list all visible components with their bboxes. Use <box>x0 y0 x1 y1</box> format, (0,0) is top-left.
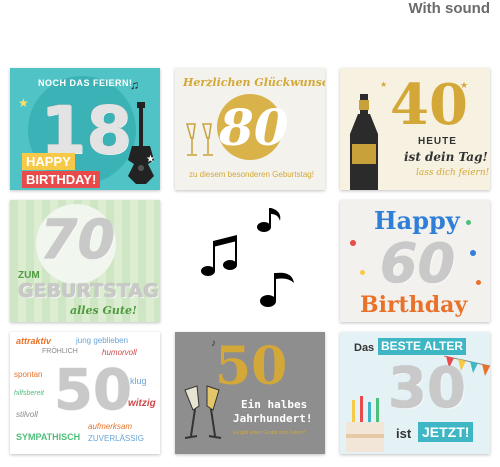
word: FRÖHLICH <box>42 348 78 355</box>
word: witzig <box>128 398 156 409</box>
card-70[interactable]: 70 ZUM GEBURTSTAG alles Gute! <box>10 200 160 322</box>
word: stilvoll <box>16 410 38 419</box>
confetti-dot <box>470 250 476 256</box>
double-note-icon <box>201 235 237 276</box>
card-60-happy: Happy <box>374 206 460 235</box>
card-50-gray-number: 50 <box>215 336 288 397</box>
card-70-geburtstag: GEBURTSTAG <box>18 280 159 302</box>
music-note-icon: ♫ <box>130 78 139 92</box>
champagne-glasses-icon <box>186 123 213 156</box>
music-note-icon: ♪ <box>211 338 216 349</box>
card-40-number: 40 <box>390 72 468 138</box>
card-40-heute: HEUTE <box>418 136 457 147</box>
champagne-bottle-icon <box>350 94 378 190</box>
confetti-dot <box>466 220 471 225</box>
card-40-feiern: lass dich feiern! <box>416 168 490 178</box>
confetti-dot <box>360 270 365 275</box>
card-30-number: 30 <box>388 356 466 421</box>
card-30-beste-alter: BESTE ALTER <box>378 338 467 355</box>
music-note-icon <box>257 208 281 232</box>
card-40[interactable]: 40 HEUTE ist dein Tag! lass dich feiern!… <box>340 68 490 190</box>
card-18-happy: HAPPY <box>22 153 75 170</box>
star-icon: ★ <box>460 80 469 90</box>
word: attraktiv <box>16 336 52 346</box>
card-60[interactable]: Happy 60 Birthday <box>340 200 490 322</box>
card-50-gray-line2: Jahrhundert! <box>233 412 313 425</box>
word: SYMPATHISCH <box>16 432 81 442</box>
card-30-das: Das <box>354 342 375 354</box>
star-icon: ★ <box>146 154 155 165</box>
card-30-ist: ist <box>396 426 412 441</box>
card-18-birthday: BIRTHDAY! <box>22 171 101 188</box>
confetti-dot <box>476 280 481 285</box>
confetti-dot <box>350 240 356 246</box>
with-sound-label: With sound <box>408 0 490 17</box>
card-50-words[interactable]: attraktiv jung geblieben FRÖHLICH humorv… <box>10 332 160 454</box>
card-70-gute: alles Gute! <box>70 304 137 317</box>
word: spontan <box>14 370 43 379</box>
music-notes-graphic <box>196 205 306 315</box>
birthday-cake-icon <box>346 396 384 452</box>
word: klug <box>130 376 147 386</box>
champagne-glasses-icon <box>184 385 222 439</box>
music-note-icon <box>260 272 294 307</box>
card-80-top-text: Herzlichen Glückwunsch <box>183 76 325 89</box>
card-80[interactable]: Herzlichen Glückwunsch 80 zu diesem beso… <box>175 68 325 190</box>
card-18[interactable]: NOCH DAS FEIERN! 18 ♫ ★ ★ HAPPY BIRTHDAY… <box>10 68 160 190</box>
card-50-gray-line1: Ein halbes <box>241 398 308 411</box>
word: jung geblieben <box>76 336 129 345</box>
word: ZUVERLÄSSIG <box>88 434 145 443</box>
card-60-number: 60 <box>380 232 456 295</box>
star-icon: ★ <box>18 96 29 110</box>
card-80-bottom-text: zu diesem besonderen Geburtstag! <box>189 170 314 179</box>
card-50-gray[interactable]: 50 Ein halbes Jahrhundert! Es gibt einen… <box>175 332 325 454</box>
card-30-jetzt: JETZT! <box>418 422 474 442</box>
card-50-words-number: 50 <box>54 358 132 423</box>
card-50-gray-line3: Es gibt einen Grund zum Feiern! <box>233 430 305 436</box>
guitar-icon <box>128 102 154 184</box>
card-30[interactable]: Das BESTE ALTER 30 ist JETZT! <box>340 332 490 454</box>
star-icon: ★ <box>380 80 388 89</box>
word: hilfsbereit <box>14 390 44 397</box>
word: humorvoll <box>102 348 137 357</box>
card-40-tag: ist dein Tag! <box>404 150 488 164</box>
card-18-top-text: NOCH DAS FEIERN! <box>38 78 133 88</box>
card-70-number: 70 <box>40 208 116 271</box>
card-60-birthday: Birthday <box>360 292 468 318</box>
card-80-number: 80 <box>219 98 289 157</box>
word: aufmerksam <box>88 422 133 431</box>
